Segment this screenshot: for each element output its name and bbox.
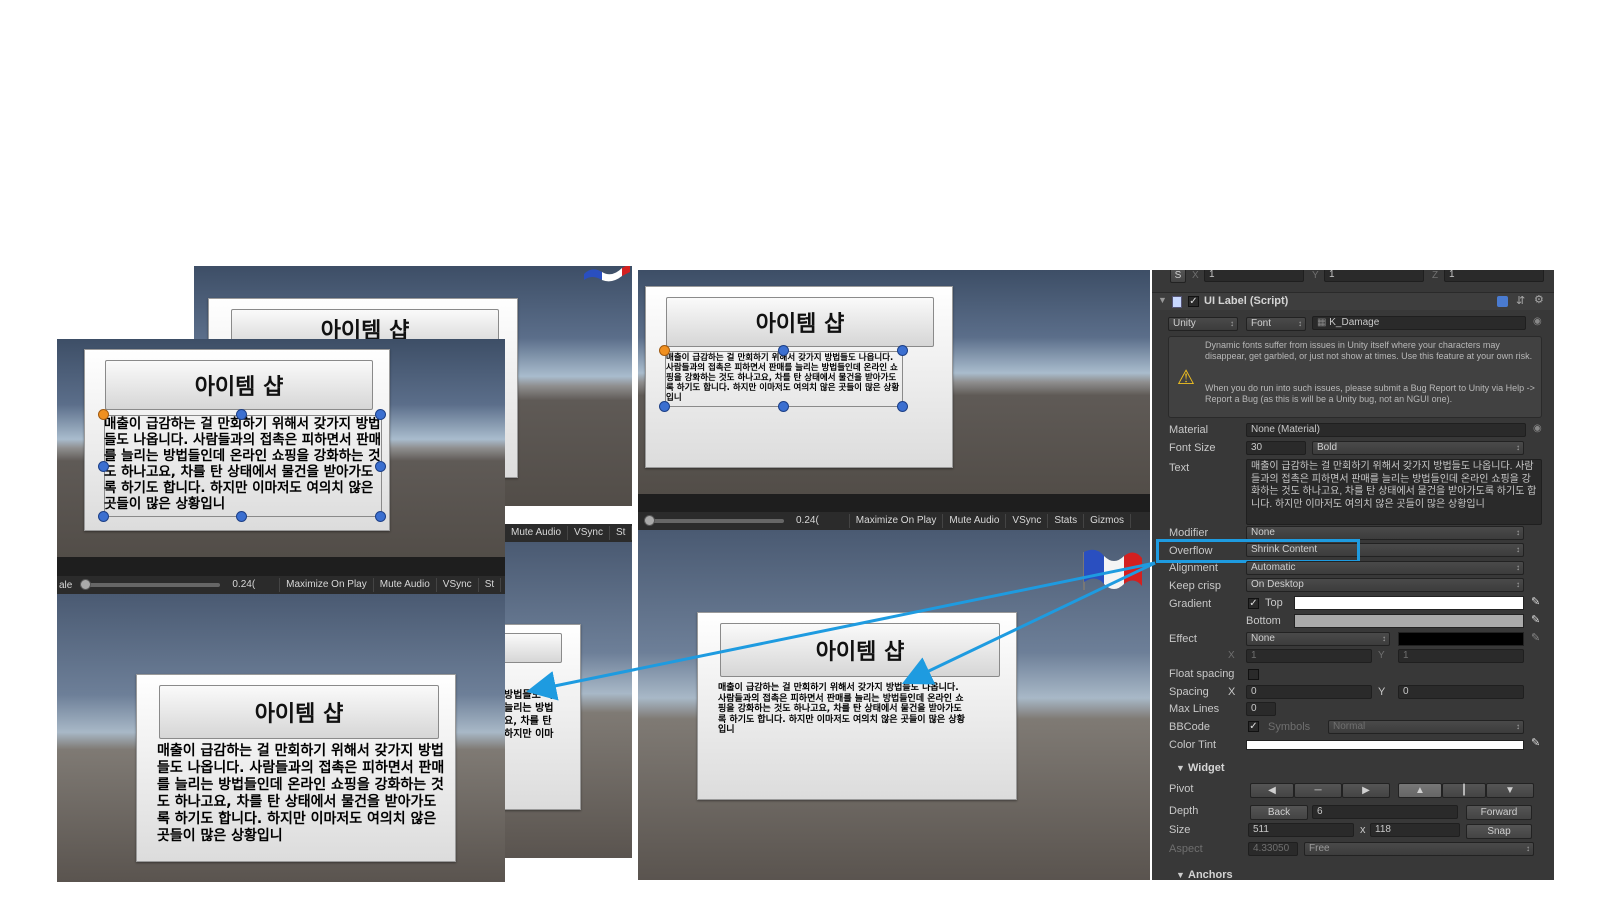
arrow-to-left-panel [526, 561, 1156, 701]
annotation-arrows [526, 561, 1156, 701]
arrow-to-right-panel [901, 561, 1156, 685]
